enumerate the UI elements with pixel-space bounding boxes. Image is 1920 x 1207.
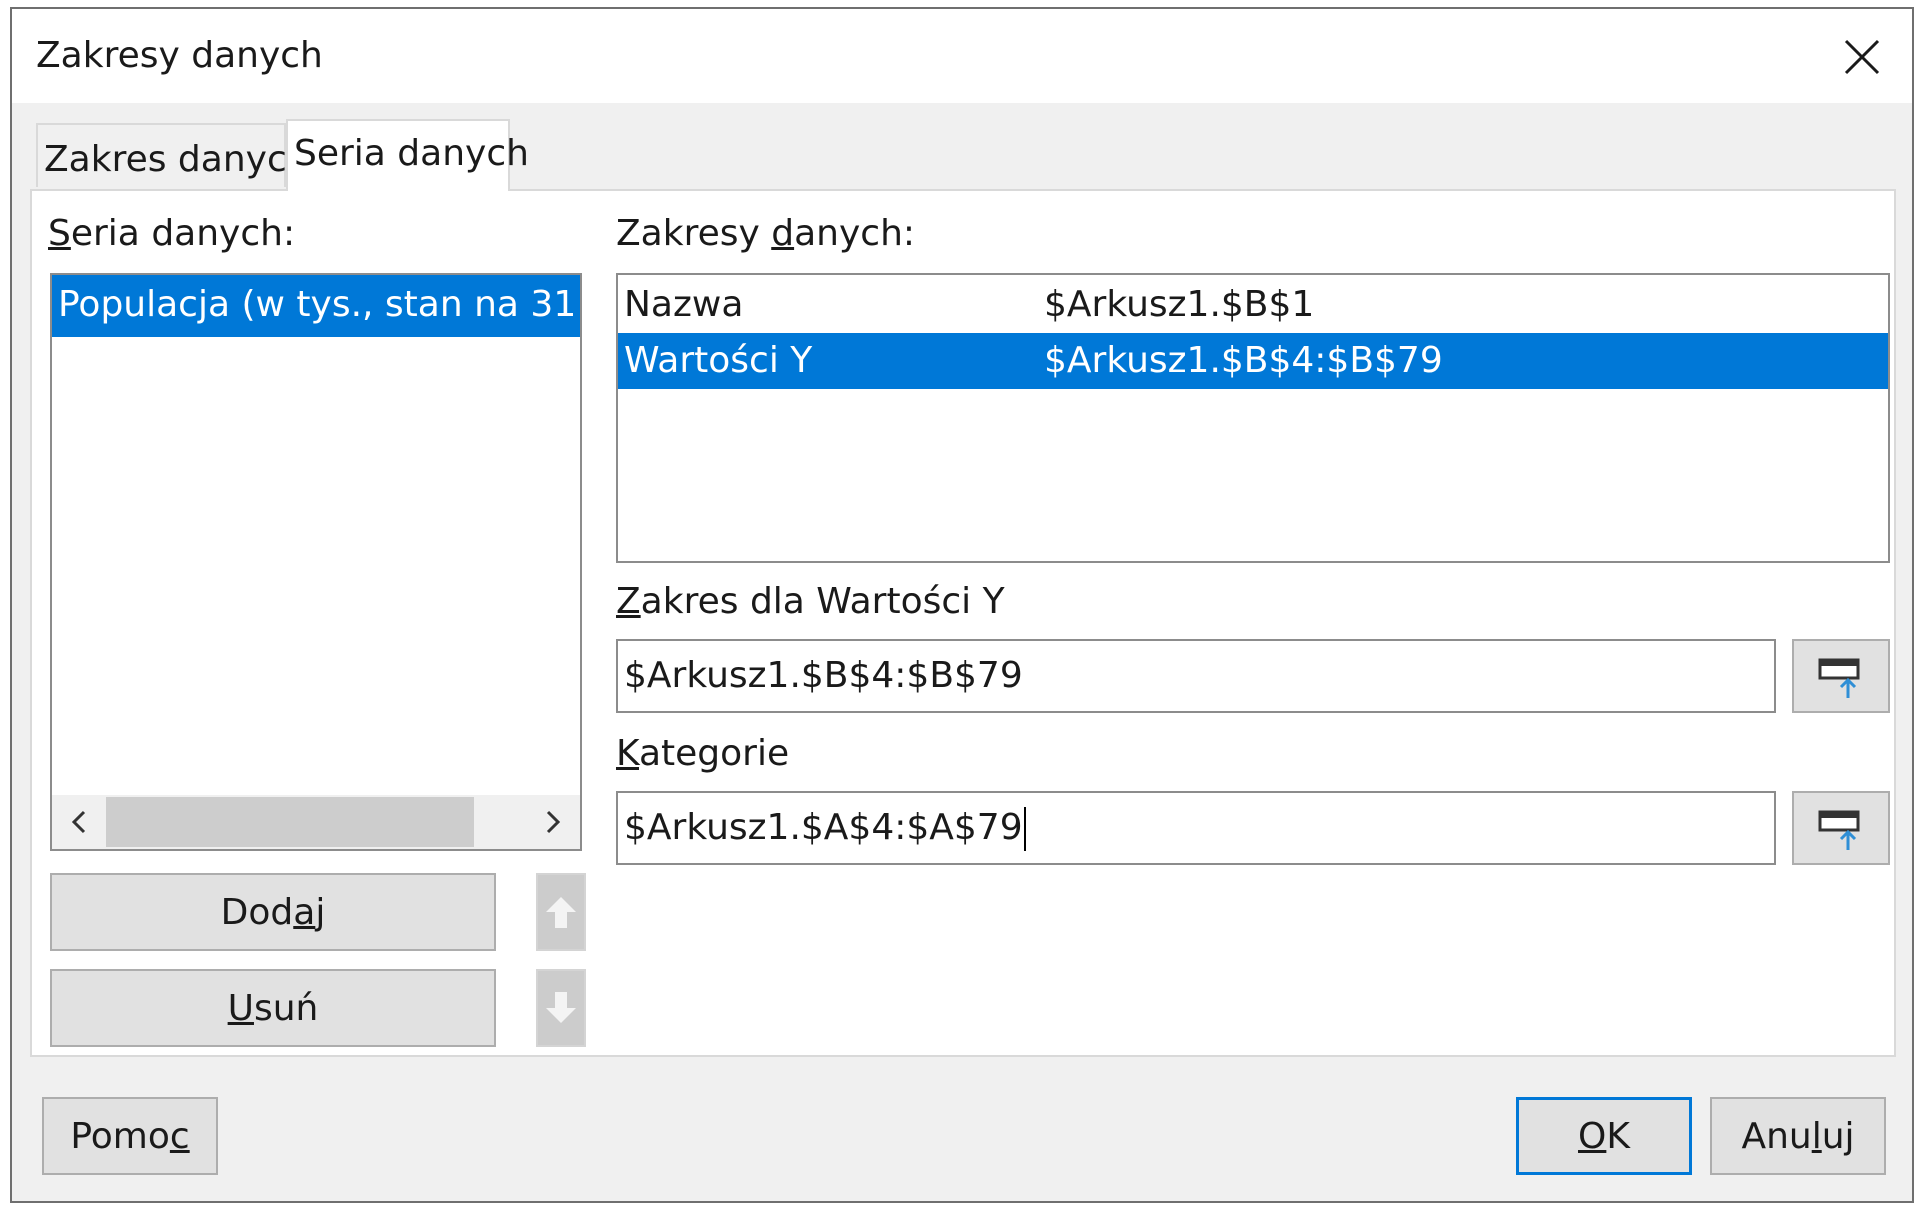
range-address: $Arkusz1.$B$1 <box>1044 284 1315 325</box>
tab-data-series[interactable]: Seria danych <box>286 119 529 191</box>
ok-button[interactable]: OK <box>1516 1097 1692 1175</box>
range-role: Wartości Y <box>624 340 813 381</box>
remove-series-button[interactable]: Usuń <box>50 969 496 1047</box>
series-list-label: Seria danych: <box>48 213 296 254</box>
data-ranges-label: Zakresy danych: <box>616 213 916 254</box>
table-row[interactable]: Nazwa $Arkusz1.$B$1 <box>618 277 1888 333</box>
help-button[interactable]: Pomo c <box>42 1097 218 1175</box>
list-item[interactable]: Populacja (w tys., stan na 31.12 <box>52 275 580 337</box>
close-button[interactable] <box>1836 31 1888 83</box>
categories-label: Kategorie <box>616 733 790 774</box>
range-role: Nazwa <box>624 284 744 325</box>
categories-select-button[interactable] <box>1792 791 1890 865</box>
close-icon <box>1844 39 1880 75</box>
range-address: $Arkusz1.$B$4:$B$79 <box>1044 340 1443 381</box>
y-range-label: Zakres dla Wartości Y <box>616 581 1005 622</box>
series-list[interactable]: Populacja (w tys., stan na 31.12 <box>50 273 582 851</box>
tab-data-range[interactable]: Zakres danych <box>36 123 310 187</box>
scroll-right-button[interactable] <box>526 795 580 849</box>
y-range-input[interactable]: $Arkusz1.$B$4:$B$79 <box>616 639 1776 713</box>
chevron-left-icon <box>71 810 86 834</box>
scroll-left-button[interactable] <box>52 795 106 849</box>
horizontal-scrollbar[interactable] <box>52 795 580 849</box>
move-down-button[interactable] <box>536 969 586 1047</box>
arrow-up-icon <box>546 897 576 928</box>
chevron-right-icon <box>546 810 561 834</box>
table-row[interactable]: Wartości Y $Arkusz1.$B$4:$B$79 <box>618 333 1888 389</box>
data-series-panel: Seria danych: Populacja (w tys., stan na… <box>30 189 1896 1057</box>
dialog-title: Zakresy danych <box>36 35 323 76</box>
data-ranges-dialog: Zakresy danych Zakres danych Seria danyc… <box>10 7 1914 1203</box>
add-series-button[interactable]: Dod a j <box>50 873 496 951</box>
y-range-select-button[interactable] <box>1792 639 1890 713</box>
data-ranges-list[interactable]: Nazwa $Arkusz1.$B$1 Wartości Y $Arkusz1.… <box>616 273 1890 563</box>
categories-input[interactable]: $Arkusz1.$A$4:$A$79 <box>616 791 1776 865</box>
arrow-down-icon <box>546 992 576 1023</box>
title-bar: Zakresy danych <box>12 9 1912 103</box>
shrink-dialog-icon <box>1818 658 1860 698</box>
cancel-button[interactable]: Anu l uj <box>1710 1097 1886 1175</box>
move-up-button[interactable] <box>536 873 586 951</box>
shrink-dialog-icon <box>1818 810 1860 850</box>
scrollbar-thumb[interactable] <box>106 797 474 847</box>
text-caret <box>1023 807 1026 851</box>
